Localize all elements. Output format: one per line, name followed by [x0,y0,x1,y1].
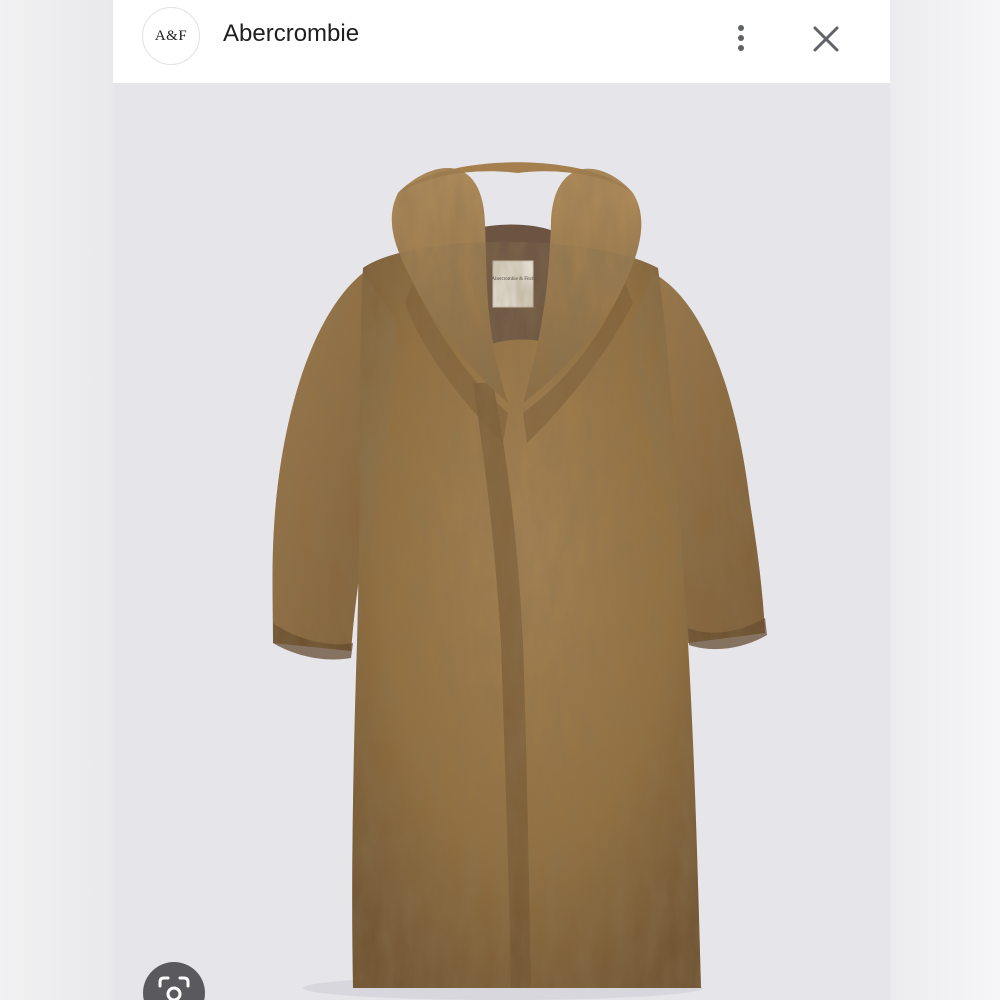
close-button[interactable] [807,20,845,58]
brand-logo[interactable]: A&F [142,7,200,65]
close-icon [813,26,839,52]
source-title[interactable]: Abercrombie [223,20,359,48]
more-options-button[interactable] [725,18,757,58]
more-vert-icon [738,25,744,31]
product-image[interactable]: Abercrombie & Fitch [113,83,890,1000]
lens-camera-icon [158,976,190,1000]
image-preview-panel: A&F Abercrombie [113,0,890,1000]
preview-header: A&F Abercrombie [113,0,890,83]
more-vert-icon-dot [738,45,744,51]
fur-coat-image: Abercrombie & Fitch [272,162,767,1000]
background-left [0,0,113,1000]
background-right [890,0,1000,1000]
more-vert-icon-dot [738,35,744,41]
